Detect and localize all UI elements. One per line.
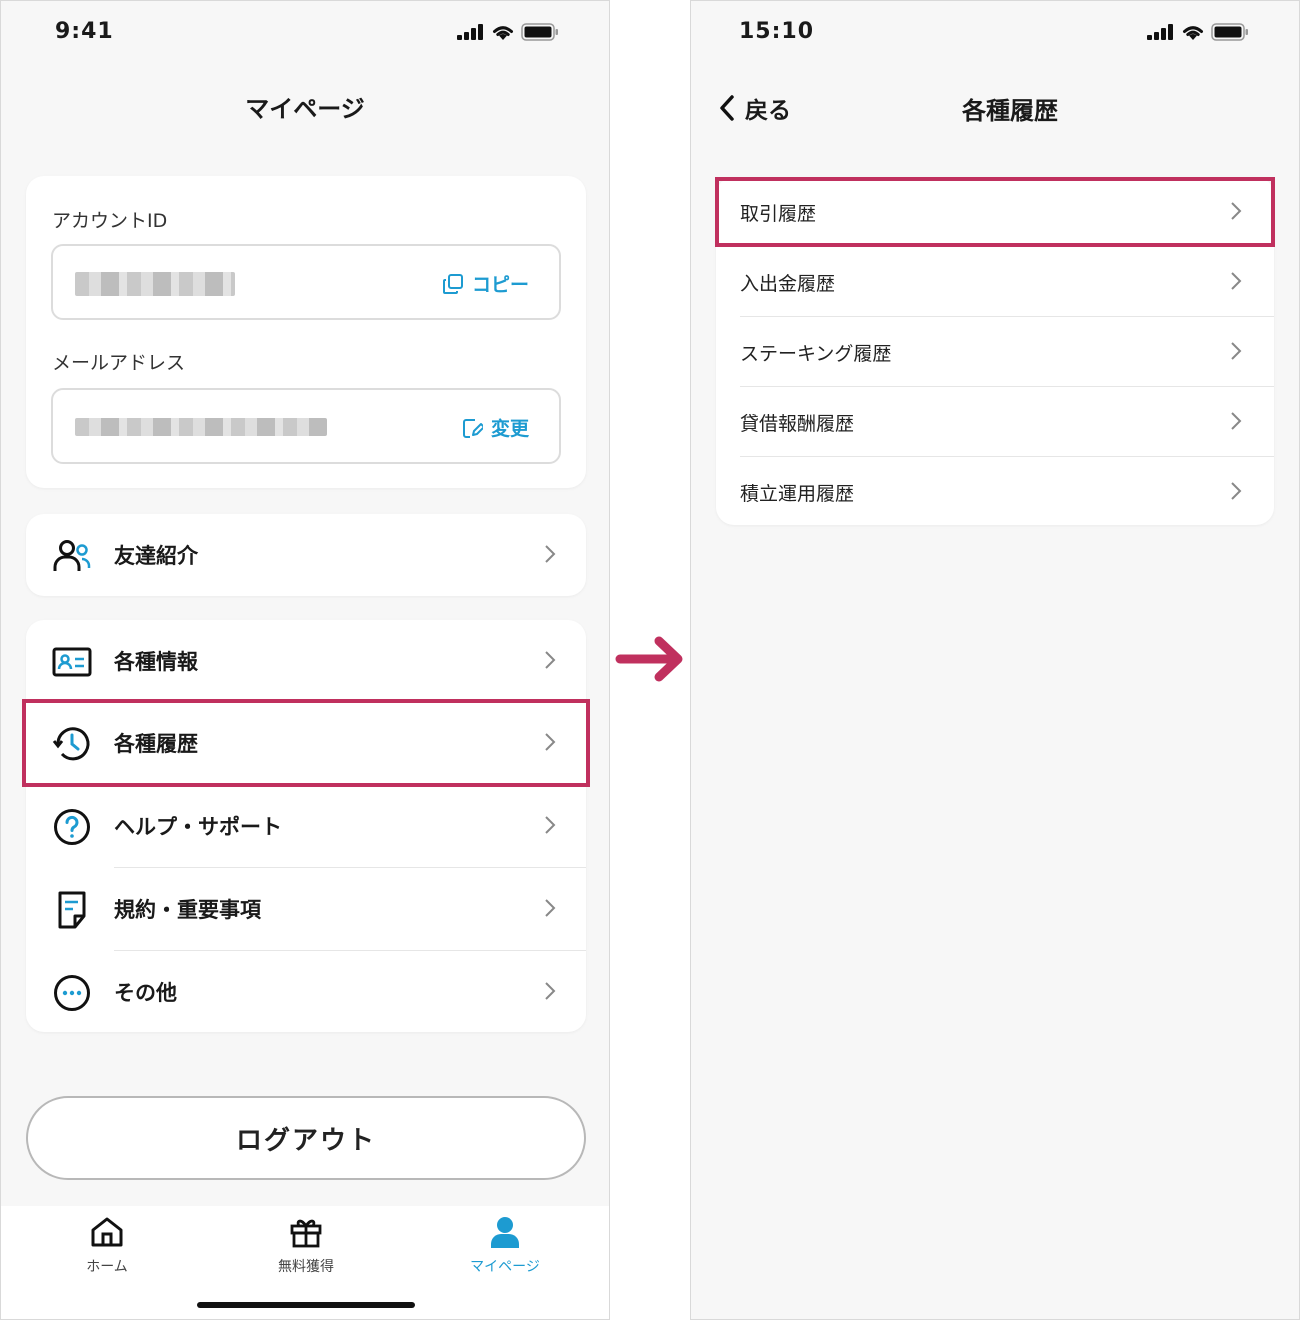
account-id-label: アカウントID — [52, 210, 168, 232]
home-icon — [91, 1217, 123, 1247]
email-label: メールアドレス — [52, 352, 186, 374]
tab-label: ホーム — [86, 1259, 128, 1275]
wifi-icon — [1183, 26, 1203, 40]
chevron-right-icon — [545, 816, 556, 834]
list-item-label: 取引履歴 — [740, 203, 817, 225]
menu-item-label: 規約・重要事項 — [114, 898, 261, 922]
list-item-trade-history[interactable]: 取引履歴 — [716, 177, 1274, 247]
page-title: マイページ — [245, 95, 365, 123]
list-item-deposit-withdrawal-history[interactable]: 入出金履歴 — [716, 247, 1274, 317]
chevron-right-icon — [545, 651, 556, 669]
gift-icon — [290, 1219, 322, 1248]
chevron-right-icon — [545, 982, 556, 1000]
chevron-right-icon — [1231, 272, 1242, 290]
menu-card: 各種情報 各種履歴 ヘルプ・サポート 規約・重要事項 その他 — [26, 620, 586, 1032]
copy-icon — [442, 273, 463, 294]
page-title: 各種履歴 — [962, 97, 1058, 125]
list-item-label: 入出金履歴 — [740, 273, 836, 295]
chevron-right-icon — [545, 733, 556, 751]
battery-icon — [1211, 23, 1248, 41]
list-item-label: 積立運用履歴 — [740, 483, 855, 505]
status-bar: 15:10 — [691, 1, 1299, 63]
chevron-right-icon — [1231, 482, 1242, 500]
account-card: アカウントID コピー メールアドレス 変更 — [26, 176, 586, 488]
home-indicator — [197, 1302, 415, 1308]
menu-item-label: 友達紹介 — [114, 544, 198, 568]
account-id-value-redacted — [75, 272, 235, 296]
list-item-label: ステーキング履歴 — [740, 343, 892, 365]
chevron-right-icon — [1231, 342, 1242, 360]
status-icons — [457, 23, 559, 41]
status-bar: 9:41 — [1, 1, 609, 63]
status-icons — [1147, 23, 1249, 41]
change-email-button[interactable]: 変更 — [461, 414, 529, 441]
wifi-icon — [493, 26, 513, 40]
copy-label: コピー — [471, 274, 529, 296]
menu-item-label: ヘルプ・サポート — [114, 815, 282, 839]
chevron-right-icon — [545, 545, 556, 563]
tab-home[interactable]: ホーム — [27, 1216, 187, 1276]
change-label: 変更 — [490, 418, 529, 440]
copy-button[interactable]: コピー — [442, 270, 529, 297]
battery-icon — [521, 23, 558, 41]
tab-label: マイページ — [470, 1259, 540, 1275]
chevron-right-icon — [1231, 412, 1242, 430]
tab-mypage[interactable]: マイページ — [425, 1216, 585, 1276]
list-item-label: 貸借報酬履歴 — [740, 413, 855, 435]
mypage-screen: 9:41 マイページ アカウントID コピー メールアドレス 変更 友達紹介 各… — [0, 0, 610, 1320]
account-id-field: コピー — [51, 244, 561, 320]
menu-item-help[interactable]: ヘルプ・サポート — [26, 785, 586, 867]
history-icon — [52, 724, 92, 764]
document-icon — [52, 890, 92, 930]
menu-item-history[interactable]: 各種履歴 — [26, 702, 586, 784]
menu-item-referral[interactable]: 友達紹介 — [26, 514, 586, 596]
referral-card: 友達紹介 — [26, 514, 586, 596]
chevron-right-icon — [1231, 202, 1242, 220]
list-item-lending-reward-history[interactable]: 貸借報酬履歴 — [716, 387, 1274, 457]
menu-item-info[interactable]: 各種情報 — [26, 620, 586, 702]
id-card-icon — [52, 642, 92, 682]
email-value-redacted — [75, 418, 327, 436]
list-item-savings-history[interactable]: 積立運用履歴 — [716, 457, 1274, 527]
arrow-right-icon — [615, 636, 683, 682]
status-time: 15:10 — [739, 19, 815, 44]
logout-button[interactable]: ログアウト — [26, 1096, 586, 1180]
person-icon — [491, 1217, 519, 1248]
tab-free-earn[interactable]: 無料獲得 — [226, 1216, 386, 1276]
edit-icon — [462, 418, 483, 438]
signal-icon — [1147, 24, 1173, 40]
list-item-staking-history[interactable]: ステーキング履歴 — [716, 317, 1274, 387]
email-field: 変更 — [51, 388, 561, 464]
tab-label: 無料獲得 — [278, 1259, 334, 1275]
history-list-card: 取引履歴 入出金履歴 ステーキング履歴 貸借報酬履歴 積立運用履歴 — [716, 177, 1274, 525]
menu-item-label: 各種履歴 — [114, 732, 198, 756]
menu-item-other[interactable]: その他 — [26, 951, 586, 1033]
menu-item-label: 各種情報 — [114, 650, 198, 674]
chevron-right-icon — [545, 899, 556, 917]
signal-icon — [457, 24, 483, 40]
more-icon — [52, 973, 92, 1013]
menu-item-label: その他 — [114, 981, 177, 1005]
history-screen: 15:10 戻る 各種履歴 取引履歴 入出金履歴 ステーキング履歴 貸借報酬履歴 — [690, 0, 1300, 1320]
question-icon — [52, 807, 92, 847]
status-time: 9:41 — [55, 19, 114, 44]
menu-item-terms[interactable]: 規約・重要事項 — [26, 868, 586, 950]
people-icon — [52, 536, 92, 576]
